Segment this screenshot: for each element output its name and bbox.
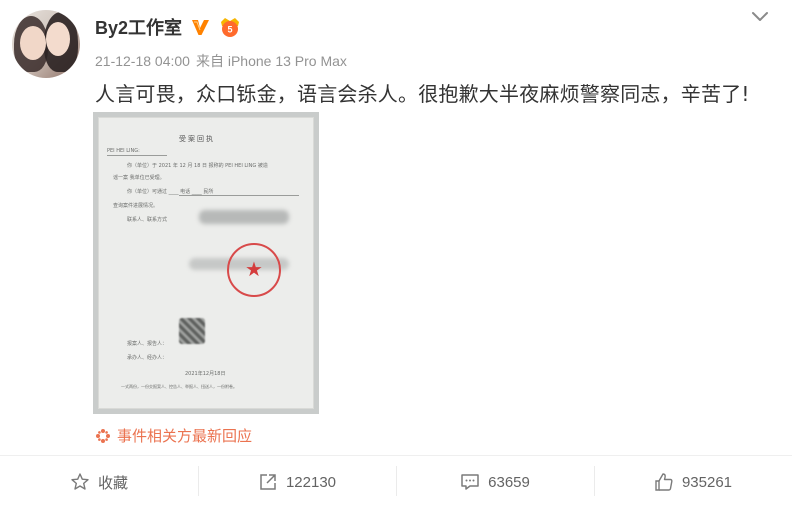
document-paper: 受案回执 PEI HEI LING: 你（单位）于 2021 年 12 月 18… bbox=[99, 118, 313, 408]
document-footer: 一式两份，一份交报案人、控告人、举报人、扭送人，一份附卷。 bbox=[121, 384, 237, 389]
svg-text:5: 5 bbox=[228, 25, 233, 35]
like-button[interactable]: 935261 bbox=[594, 456, 792, 508]
post-timestamp[interactable]: 21-12-18 04:00 bbox=[95, 53, 190, 69]
vip-badge-icon[interactable]: 5 bbox=[218, 16, 242, 38]
document-reporter: 报案人、报告人： bbox=[127, 341, 168, 347]
document-line-4: 查询案件进展情况。 bbox=[113, 203, 159, 209]
chevron-down-icon[interactable] bbox=[750, 8, 770, 26]
post-image[interactable]: 受案回执 PEI HEI LING: 你（单位）于 2021 年 12 月 18… bbox=[93, 112, 319, 414]
blurred-signature bbox=[179, 318, 205, 344]
comment-button[interactable]: 63659 bbox=[396, 456, 594, 508]
document-receiver: 承办人、经办人： bbox=[127, 355, 168, 361]
document-line-2: 谣一案 我单位已受理。 bbox=[113, 175, 165, 181]
author-row: By2工作室 5 bbox=[95, 15, 242, 39]
author-name[interactable]: By2工作室 bbox=[95, 14, 182, 40]
avatar[interactable] bbox=[12, 10, 80, 78]
repost-count: 122130 bbox=[285, 473, 337, 491]
action-bar: 收藏 122130 63659 935261 bbox=[0, 456, 792, 508]
weibo-post-card: By2工作室 5 21-12-18 04:00 来自 iPhone 13 Pro … bbox=[0, 0, 792, 508]
favorite-label: 收藏 bbox=[97, 474, 128, 492]
post-source: 来自 iPhone 13 Pro Max bbox=[195, 53, 347, 69]
thumbs-up-icon bbox=[655, 473, 673, 491]
official-stamp: ★ bbox=[227, 243, 281, 297]
pinwheel-icon bbox=[96, 428, 110, 443]
document-contact: 联系人、联系方式 bbox=[127, 217, 168, 223]
share-icon bbox=[260, 474, 276, 490]
document-line-3: 你（单位）可通过 ____ 电话 ____ 民所 bbox=[127, 189, 214, 195]
post-meta: 21-12-18 04:00 来自 iPhone 13 Pro Max bbox=[95, 51, 347, 71]
star-icon bbox=[71, 473, 89, 490]
document-date: 2021年12月18日 bbox=[185, 371, 226, 377]
related-response-link[interactable]: 事件相关方最新回应 bbox=[95, 425, 252, 446]
document-line-1: 你（单位）于 2021 年 12 月 18 日 报称的 PEI HEI LING… bbox=[127, 163, 268, 169]
favorite-button[interactable]: 收藏 bbox=[0, 456, 198, 508]
repost-button[interactable]: 122130 bbox=[198, 456, 396, 508]
comment-count: 63659 bbox=[488, 473, 530, 491]
related-response-label: 事件相关方最新回应 bbox=[117, 427, 253, 445]
comment-icon bbox=[461, 474, 479, 490]
verified-v-icon bbox=[192, 20, 210, 35]
like-count: 935261 bbox=[681, 473, 733, 491]
document-title: 受案回执 bbox=[179, 135, 215, 143]
document-name-line: PEI HEI LING: bbox=[107, 148, 140, 154]
post-text: 人言可畏，众口铄金，语言会杀人。很抱歉大半夜麻烦警察同志，辛苦了! bbox=[95, 82, 750, 106]
